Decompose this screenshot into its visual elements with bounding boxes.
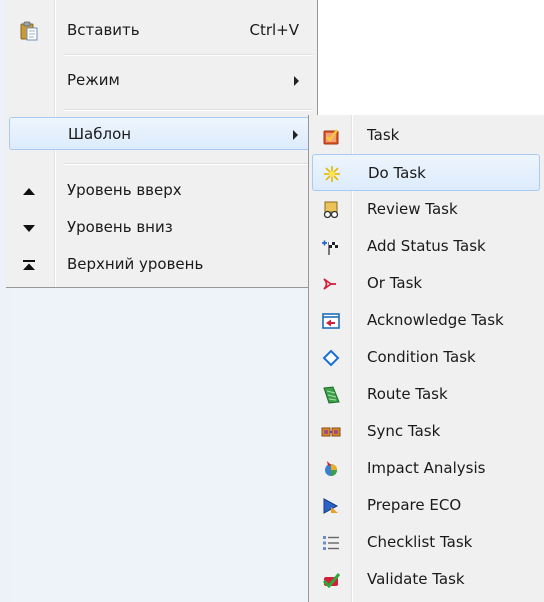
menu-item-label: Верхний уровень <box>67 255 204 273</box>
menu-item-label: Вставить <box>67 21 140 39</box>
menu-item-label: Шаблон <box>68 125 132 143</box>
submenu-item-validate-task[interactable]: Validate Task <box>312 561 540 598</box>
validate-task-icon <box>321 570 341 590</box>
submenu-item-prepare-eco[interactable]: Prepare ECO <box>312 487 540 524</box>
screen: Вставить Ctrl+V Режим Шаблон Уровень вве… <box>0 0 544 602</box>
menu-item-label: Уровень вниз <box>67 218 173 236</box>
submenu-item-do-task[interactable]: Do Task <box>312 154 540 191</box>
context-menu: Вставить Ctrl+V Режим Шаблон Уровень вве… <box>6 0 318 288</box>
shortcut-label: Ctrl+V <box>249 21 299 39</box>
submenu-item-label: Review Task <box>367 200 458 218</box>
route-task-icon <box>321 385 341 405</box>
submenu-item-label: Validate Task <box>367 570 465 588</box>
review-task-icon <box>321 200 341 220</box>
add-status-task-icon <box>321 237 341 257</box>
submenu-item-or-task[interactable]: Or Task <box>312 265 540 302</box>
paste-icon <box>19 21 39 41</box>
submenu-item-label: Checklist Task <box>367 533 473 551</box>
level-down-icon <box>19 218 39 238</box>
submenu-item-label: Prepare ECO <box>367 496 462 514</box>
submenu-item-task[interactable]: Task <box>312 117 540 154</box>
submenu-item-acknowledge-task[interactable]: Acknowledge Task <box>312 302 540 339</box>
menu-item-label: Режим <box>67 71 120 89</box>
menu-item-level-down[interactable]: Уровень вниз <box>9 211 311 244</box>
submenu-item-review-task[interactable]: Review Task <box>312 191 540 228</box>
submenu-item-label: Task <box>367 126 400 144</box>
submenu-item-label: Do Task <box>368 164 426 182</box>
menu-item-template[interactable]: Шаблон <box>9 117 311 150</box>
menu-separator <box>64 54 313 56</box>
do-task-icon <box>322 164 342 184</box>
top-level-icon <box>19 255 39 275</box>
impact-analysis-icon <box>321 459 341 479</box>
checklist-task-icon <box>321 533 341 553</box>
submenu-item-condition-task[interactable]: Condition Task <box>312 339 540 376</box>
menu-item-top-level[interactable]: Верхний уровень <box>9 248 311 281</box>
task-icon <box>321 126 341 146</box>
submenu-item-sync-task[interactable]: Sync Task <box>312 413 540 450</box>
submenu-item-label: Condition Task <box>367 348 476 366</box>
submenu-item-impact-analysis[interactable]: Impact Analysis <box>312 450 540 487</box>
submenu-item-label: Acknowledge Task <box>367 311 504 329</box>
prepare-eco-icon <box>321 496 341 516</box>
submenu-item-route-task[interactable]: Route Task <box>312 376 540 413</box>
submenu-item-checklist-task[interactable]: Checklist Task <box>312 524 540 561</box>
submenu-item-label: Route Task <box>367 385 448 403</box>
submenu-item-label: Add Status Task <box>367 237 486 255</box>
or-task-icon <box>321 274 341 294</box>
menu-item-mode[interactable]: Режим <box>9 64 311 97</box>
sync-task-icon <box>321 422 341 442</box>
template-submenu: Task Do Task Review Task Add Status Task… <box>308 115 544 602</box>
submenu-arrow-icon <box>294 76 299 86</box>
level-up-icon <box>19 181 39 201</box>
submenu-item-label: Impact Analysis <box>367 459 486 477</box>
acknowledge-task-icon <box>321 311 341 331</box>
condition-task-icon <box>321 348 341 368</box>
submenu-item-label: Sync Task <box>367 422 441 440</box>
canvas-area <box>10 288 310 602</box>
menu-item-paste[interactable]: Вставить Ctrl+V <box>9 14 311 47</box>
submenu-item-label: Or Task <box>367 274 423 292</box>
submenu-item-add-status-task[interactable]: Add Status Task <box>312 228 540 265</box>
menu-separator <box>64 109 313 111</box>
menu-item-label: Уровень вверх <box>67 181 182 199</box>
menu-separator <box>64 163 313 165</box>
menu-item-level-up[interactable]: Уровень вверх <box>9 174 311 207</box>
submenu-arrow-icon <box>293 130 298 140</box>
